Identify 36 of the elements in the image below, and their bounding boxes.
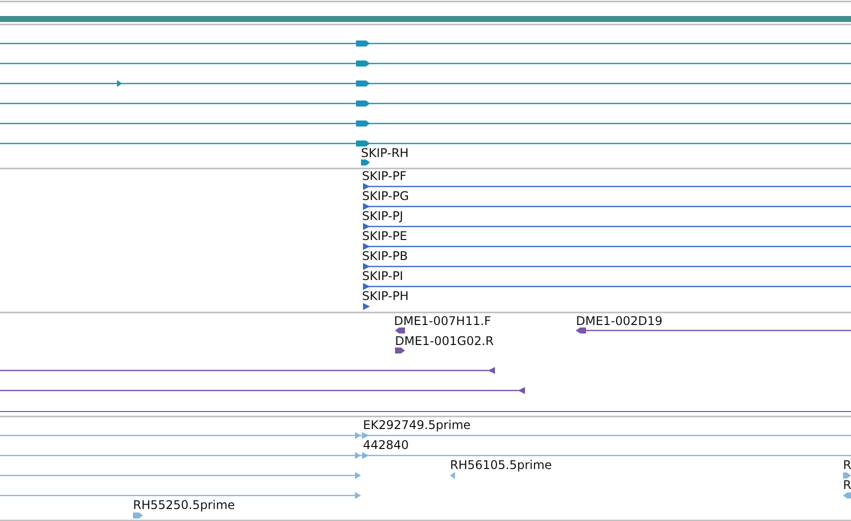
feature-label: SKIP-PF: [362, 169, 406, 183]
gene-feature[interactable]: [0, 100, 851, 106]
feature-label: DME1-002D19: [576, 314, 663, 328]
gene-feature[interactable]: [363, 283, 851, 290]
feature-label: SKIP-PE: [362, 229, 408, 243]
feature-label: SKIP-PI: [362, 269, 404, 283]
gene-feature[interactable]: [363, 263, 851, 270]
feature-label: DME1-001G02.R: [395, 334, 494, 348]
gene-feature[interactable]: [0, 40, 851, 46]
gene-feature[interactable]: [361, 160, 370, 166]
gene-feature[interactable]: [0, 367, 495, 374]
feature-label: DME1-007H11.F: [394, 314, 492, 328]
feature-label: SKIP-PH: [362, 289, 409, 303]
gene-feature[interactable]: [0, 80, 851, 87]
feature-label: R: [843, 478, 851, 492]
feature-label: 442840: [363, 438, 409, 452]
gene-feature[interactable]: [0, 120, 851, 126]
feature-label: R: [843, 458, 851, 472]
gene-feature[interactable]: [395, 328, 405, 334]
feature-label: EK292749.5prime: [363, 418, 471, 432]
gene-feature[interactable]: [363, 203, 851, 210]
gene-feature[interactable]: [363, 223, 851, 230]
feature-label: RH56105.5prime: [450, 458, 552, 472]
gene-feature[interactable]: [0, 60, 851, 66]
gene-feature[interactable]: [0, 140, 851, 146]
feature-label: RH55250.5prime: [133, 498, 235, 512]
feature-label: SKIP-PJ: [362, 209, 404, 223]
feature-label: SKIP-PG: [362, 189, 409, 203]
gene-feature[interactable]: [0, 387, 525, 394]
gene-feature[interactable]: [363, 183, 851, 190]
gene-feature[interactable]: [395, 348, 405, 354]
gene-feature[interactable]: [576, 328, 851, 334]
gene-feature[interactable]: [363, 243, 851, 250]
feature-label: SKIP-RH: [361, 146, 409, 160]
gene-feature[interactable]: [363, 303, 370, 310]
feature-label: SKIP-PB: [362, 249, 408, 263]
